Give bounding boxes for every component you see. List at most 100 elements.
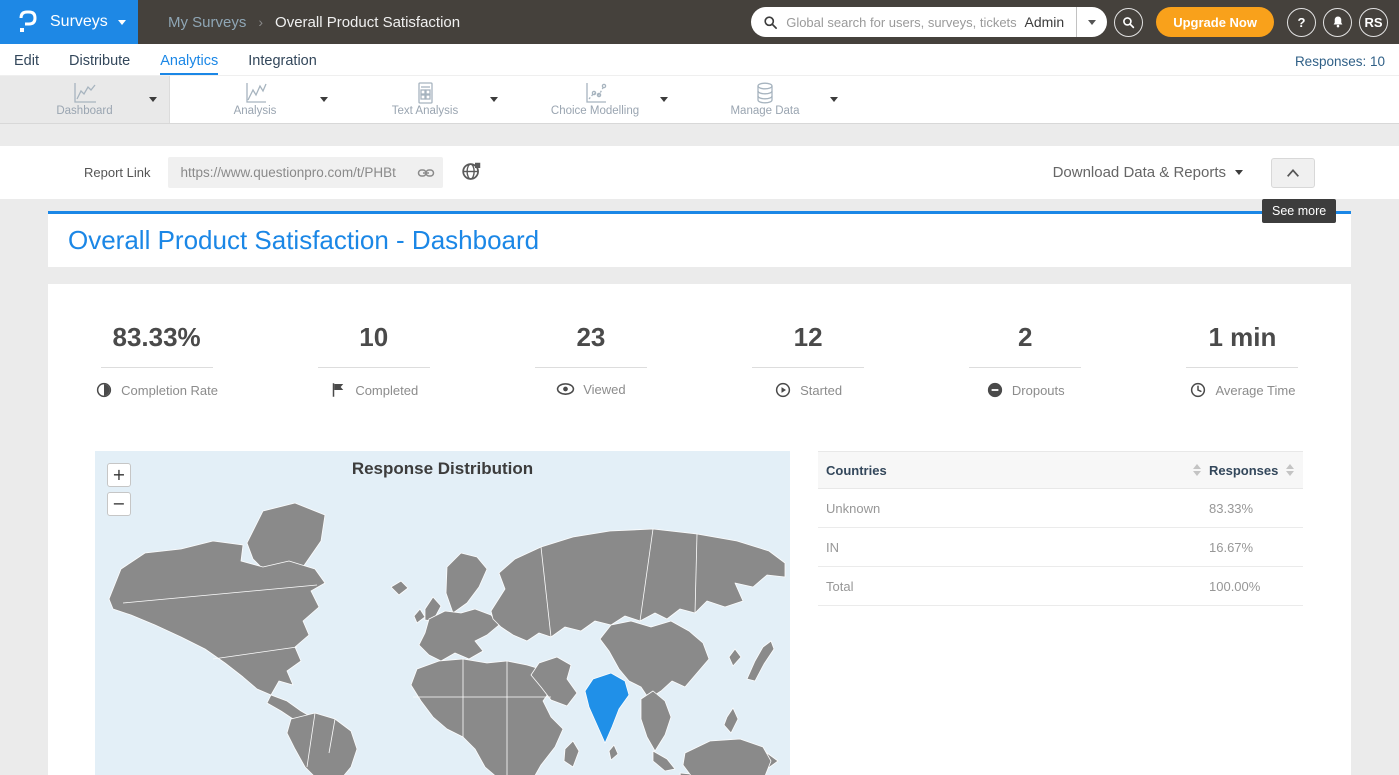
database-icon (752, 82, 778, 104)
flag-icon (329, 381, 347, 399)
product-switcher[interactable]: Surveys (0, 0, 138, 44)
quick-search-button[interactable] (1114, 8, 1143, 37)
notifications-button[interactable] (1323, 8, 1352, 37)
stat-value: 83.33% (48, 322, 265, 353)
clock-icon (1189, 381, 1207, 399)
country-cell: IN (826, 540, 1209, 555)
nav-item-integration[interactable]: Integration (248, 53, 317, 75)
divider (752, 367, 864, 368)
sort-icon[interactable] (1286, 464, 1294, 476)
nav-item-distribute[interactable]: Distribute (69, 53, 130, 75)
question-mark-icon: ? (1298, 15, 1306, 30)
table-row: Unknown 83.33% (818, 489, 1303, 528)
divider (318, 367, 430, 368)
chevron-down-icon[interactable] (830, 97, 838, 102)
avatar-initials: RS (1364, 15, 1382, 30)
chevron-down-icon[interactable] (149, 97, 157, 102)
see-more-tooltip: See more (1262, 199, 1336, 223)
response-distribution-map[interactable]: Response Distribution + − (95, 451, 790, 775)
collapse-header-button[interactable] (1271, 158, 1315, 188)
product-name: Surveys (50, 13, 108, 31)
download-data-reports-dropdown[interactable]: Download Data & Reports (1053, 164, 1243, 181)
stat-label: Completion Rate (121, 383, 218, 398)
tab-manage-data[interactable]: Manage Data (680, 76, 850, 123)
stat-label: Dropouts (1012, 383, 1065, 398)
tab-label: Analysis (234, 105, 277, 117)
report-visibility-button[interactable] (461, 161, 482, 185)
chevron-down-icon[interactable] (490, 97, 498, 102)
upgrade-now-button[interactable]: Upgrade Now (1156, 7, 1274, 37)
stats-row: 83.33% Completion Rate 10 Completed (48, 322, 1351, 399)
responses-count: Responses: 10 (1295, 54, 1385, 75)
table-row: IN 16.67% (818, 528, 1303, 567)
column-responses: Responses (1209, 463, 1278, 478)
divider (101, 367, 213, 368)
minus-circle-icon (986, 381, 1004, 399)
report-link-label: Report Link (84, 165, 150, 180)
chevron-up-icon (1285, 167, 1301, 179)
global-search[interactable]: Admin (751, 7, 1107, 37)
search-input[interactable] (786, 15, 1024, 30)
text-analysis-icon (412, 82, 438, 104)
analytics-toolbar: Dashboard Analysis Text Analysis (0, 75, 1399, 124)
nav-item-analytics[interactable]: Analytics (160, 53, 218, 75)
chevron-down-icon (118, 20, 126, 25)
stat-value: 1 min (1134, 322, 1351, 353)
tab-text-analysis[interactable]: Text Analysis (340, 76, 510, 123)
sort-icon[interactable] (1193, 464, 1201, 476)
map-zoom-in-button[interactable]: + (107, 463, 131, 487)
questionpro-logo-icon (14, 9, 40, 35)
tab-analysis[interactable]: Analysis (170, 76, 340, 123)
stat-label: Started (800, 383, 842, 398)
search-icon (763, 15, 778, 30)
world-map[interactable] (95, 451, 790, 775)
search-scope-dropdown[interactable] (1076, 7, 1107, 37)
map-title: Response Distribution (95, 459, 790, 479)
stat-value: 2 (917, 322, 1134, 353)
chevron-down-icon[interactable] (320, 97, 328, 102)
map-zoom-out-button[interactable]: − (107, 492, 131, 516)
link-icon[interactable] (417, 164, 435, 182)
stat-average-time: 1 min Average Time (1134, 322, 1351, 399)
stat-label: Viewed (583, 382, 625, 397)
topbar-actions: Admin Upgrade Now ? RS (751, 0, 1399, 44)
report-link-bar: Report Link Download Data & Reports (0, 146, 1399, 199)
column-countries: Countries (826, 463, 887, 478)
responses-cell: 16.67% (1209, 540, 1297, 555)
divider (535, 367, 647, 368)
tab-label: Choice Modelling (551, 105, 639, 117)
tab-choice-modelling[interactable]: Choice Modelling (510, 76, 680, 123)
chevron-down-icon[interactable] (660, 97, 668, 102)
stat-completion-rate: 83.33% Completion Rate (48, 322, 265, 399)
tab-label: Manage Data (730, 105, 799, 117)
table-header: Countries Responses (818, 451, 1303, 489)
responses-cell: 83.33% (1209, 501, 1297, 516)
report-link-input[interactable] (168, 157, 443, 188)
analysis-chart-icon (242, 82, 268, 104)
nav-item-edit[interactable]: Edit (14, 53, 39, 75)
breadcrumb-my-surveys[interactable]: My Surveys (168, 14, 246, 31)
globe-lock-icon (461, 161, 482, 182)
country-india-highlight[interactable] (585, 673, 629, 743)
avatar[interactable]: RS (1359, 8, 1388, 37)
eye-icon (556, 381, 575, 397)
breadcrumb: My Surveys › Overall Product Satisfactio… (138, 0, 460, 44)
table-row: Total 100.00% (818, 567, 1303, 606)
stat-value: 12 (700, 322, 917, 353)
chevron-down-icon (1235, 170, 1243, 175)
completion-rate-icon (95, 381, 113, 399)
bell-icon (1331, 15, 1345, 29)
stat-completed: 10 Completed (265, 322, 482, 399)
search-scope[interactable]: Admin (1025, 14, 1077, 30)
help-button[interactable]: ? (1287, 8, 1316, 37)
responses-cell: 100.00% (1209, 579, 1297, 594)
choice-modelling-icon (582, 82, 608, 104)
play-icon (774, 381, 792, 399)
stat-viewed: 23 Viewed (482, 322, 699, 399)
country-cell: Total (826, 579, 1209, 594)
country-cell: Unknown (826, 501, 1209, 516)
tab-dashboard[interactable]: Dashboard (0, 76, 170, 123)
breadcrumb-current: Overall Product Satisfaction (275, 14, 460, 31)
stat-label: Average Time (1215, 383, 1295, 398)
dashboard-card: 83.33% Completion Rate 10 Completed (48, 284, 1351, 775)
